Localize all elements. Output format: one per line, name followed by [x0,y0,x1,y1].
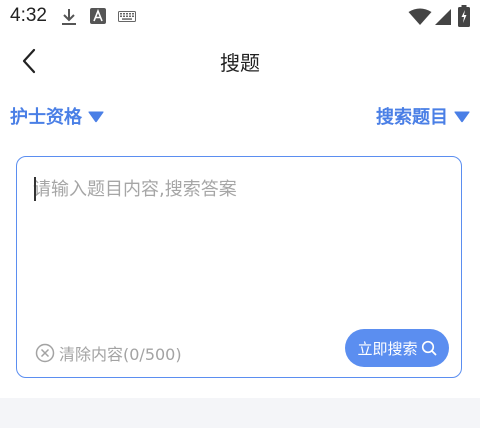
battery-charging-icon [458,5,470,27]
search-box: 清除内容(0/500) 立即搜索 [16,156,462,378]
caret-down-icon [454,111,470,122]
download-icon [62,9,76,25]
page-title: 搜题 [220,51,260,75]
search-now-label: 立即搜索 [357,339,418,358]
wifi-icon [408,8,432,25]
search-mode-dropdown[interactable]: 搜索题目 [376,103,470,129]
search-now-button[interactable]: 立即搜索 [345,329,449,367]
clear-circle-icon [35,343,55,363]
text-cursor [34,177,36,201]
question-input[interactable] [33,175,443,295]
status-bar: 4:32 [0,0,480,34]
nav-bar: 搜题 [0,36,480,86]
category-dropdown[interactable]: 护士资格 [10,103,104,129]
font-a-icon [90,8,106,24]
signal-icon [435,9,451,25]
search-icon [421,340,436,356]
filter-row: 护士资格 搜索题目 [0,100,480,132]
category-label: 护士资格 [10,107,82,128]
keyboard-icon [118,11,136,22]
status-time: 4:32 [10,5,47,26]
search-mode-label: 搜索题目 [376,107,448,128]
clear-content-button[interactable]: 清除内容(0/500) [35,341,182,365]
clear-content-label: 清除内容(0/500) [59,345,182,364]
bottom-background [0,398,480,428]
caret-down-icon [88,111,104,122]
